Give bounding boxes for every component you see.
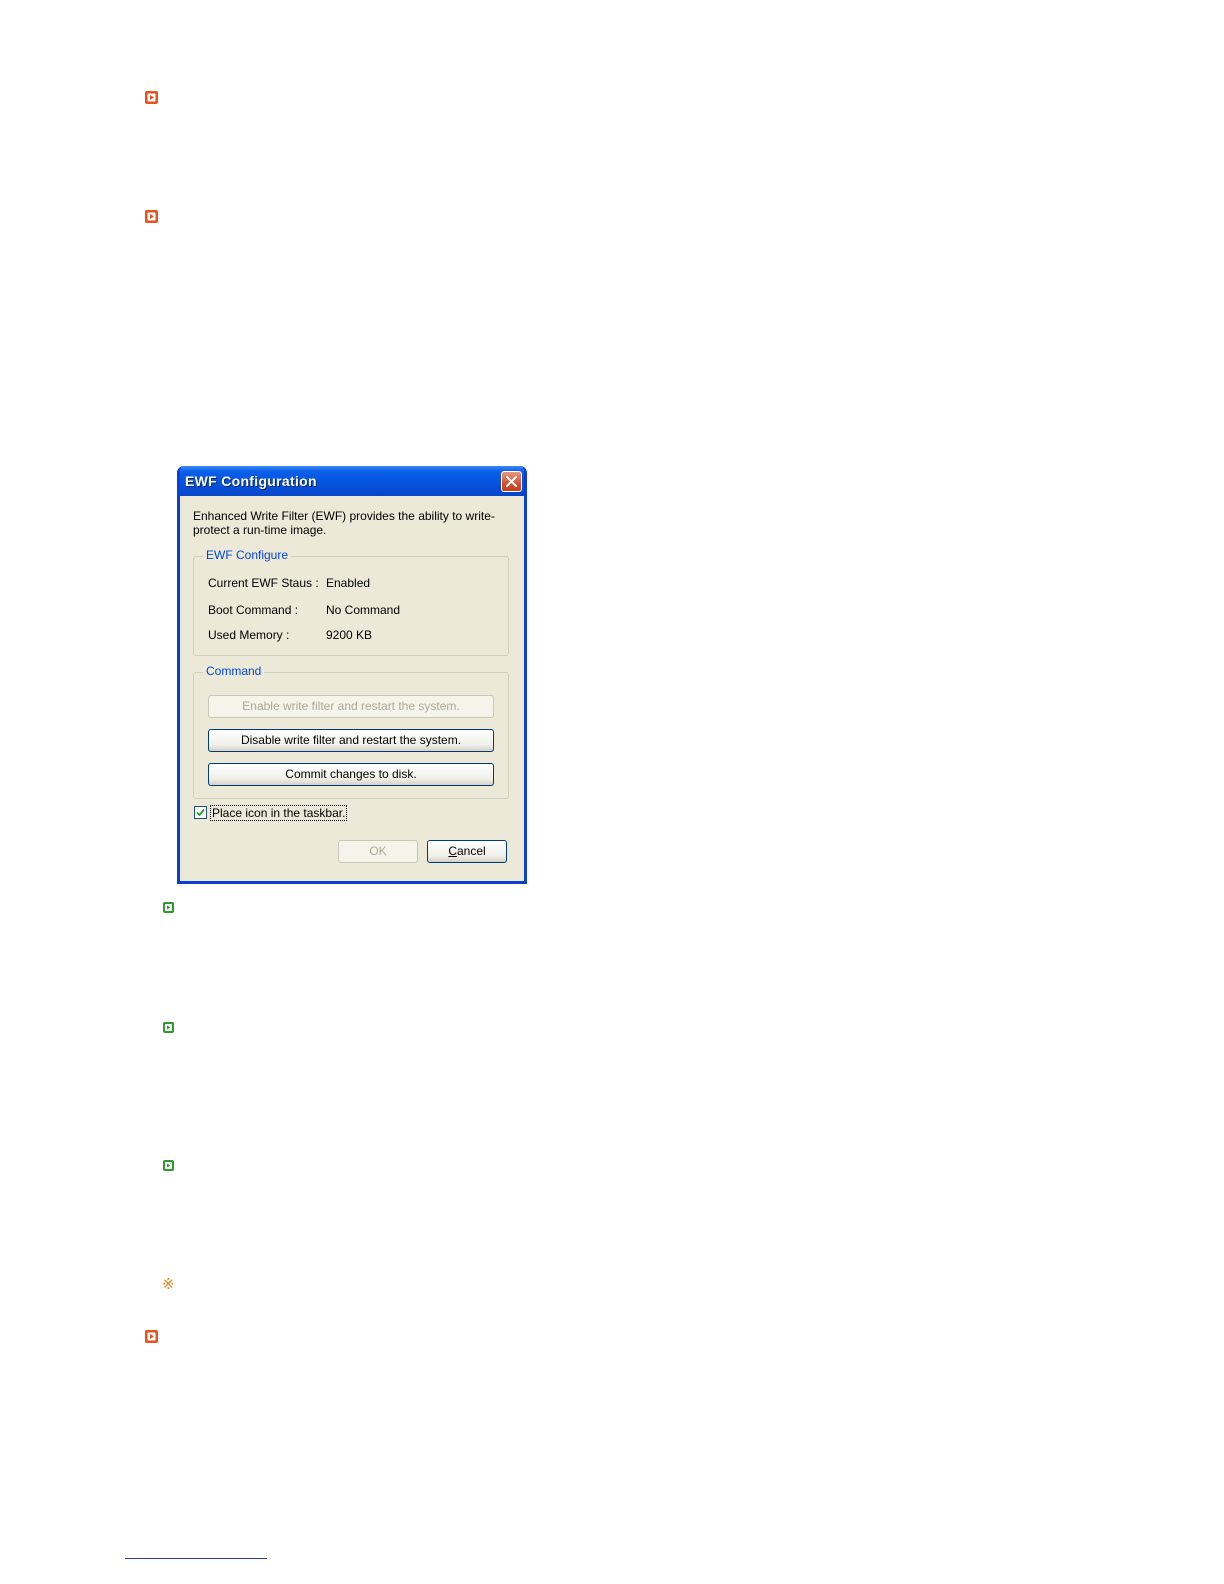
used-memory-value: 9200 KB — [326, 628, 373, 642]
taskbar-icon-label[interactable]: Place icon in the taskbar. — [210, 805, 348, 821]
ewf-configure-group: EWF Configure Current EWF Staus : Enable… — [193, 548, 509, 656]
dialog-titlebar[interactable]: EWF Configuration — [180, 466, 524, 496]
group-legend: Command — [203, 664, 265, 678]
checkmark-icon — [196, 808, 205, 817]
step-bullet-icon — [163, 1022, 174, 1033]
used-memory-label: Used Memory : — [208, 628, 290, 642]
taskbar-icon-checkbox[interactable] — [194, 806, 207, 819]
enable-write-filter-button[interactable]: Enable write filter and restart the syst… — [208, 695, 494, 718]
section-bullet-icon — [145, 210, 158, 223]
close-button[interactable] — [501, 471, 522, 492]
cancel-button[interactable]: Cancel — [427, 840, 507, 863]
disable-write-filter-button[interactable]: Disable write filter and restart the sys… — [208, 729, 494, 752]
dialog-description: Enhanced Write Filter (EWF) provides the… — [193, 509, 495, 537]
command-group: Command Enable write filter and restart … — [193, 664, 509, 799]
section-bullet-icon — [145, 91, 158, 104]
cancel-label-rest: ancel — [456, 844, 486, 858]
ewf-configuration-dialog: EWF Configuration Enhanced Write Filter … — [177, 466, 527, 884]
status-value: Enabled — [326, 576, 371, 590]
note-mark-icon: ※ — [162, 1275, 175, 1293]
status-label: Current EWF Staus : — [208, 576, 319, 590]
step-bullet-icon — [163, 1160, 174, 1171]
dialog-title: EWF Configuration — [185, 473, 317, 489]
ok-button[interactable]: OK — [338, 840, 418, 863]
group-legend: EWF Configure — [203, 548, 292, 562]
step-bullet-icon — [163, 902, 174, 913]
commit-changes-button[interactable]: Commit changes to disk. — [208, 763, 494, 786]
footnote-rule — [125, 1558, 267, 1559]
section-bullet-icon — [145, 1330, 158, 1343]
close-x-icon — [506, 476, 517, 487]
boot-command-label: Boot Command : — [208, 603, 299, 617]
cancel-accelerator: C — [448, 844, 457, 858]
boot-command-value: No Command — [326, 603, 401, 617]
